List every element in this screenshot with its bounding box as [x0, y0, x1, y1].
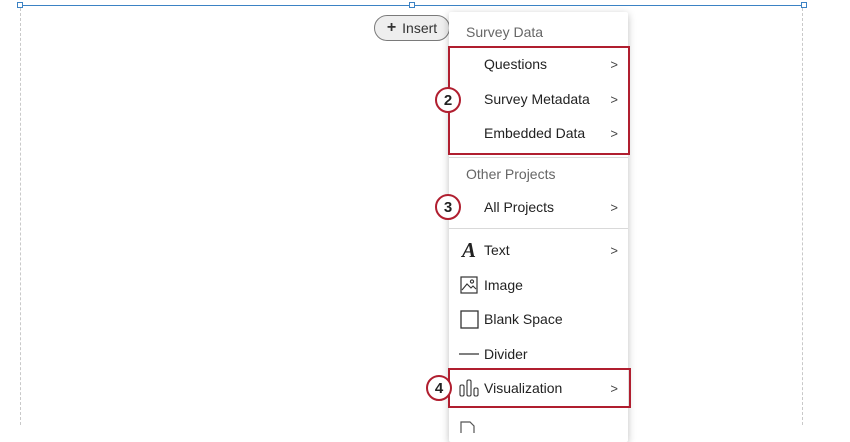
- callout-badge-3: 3: [435, 194, 461, 220]
- menu-item-label: Image: [484, 277, 523, 293]
- text-icon: A: [461, 237, 476, 262]
- menu-item-image[interactable]: Image: [449, 268, 628, 302]
- menu-item-label: All Projects: [484, 199, 555, 215]
- highlight-visualization: [448, 368, 631, 408]
- plus-icon: +: [386, 19, 397, 36]
- report-canvas: [0, 0, 850, 425]
- menu-divider: [449, 228, 628, 229]
- insert-button[interactable]: + Insert: [374, 15, 450, 41]
- menu-item-label: Divider: [484, 346, 528, 362]
- menu-item-label: Blank Space: [484, 311, 563, 327]
- menu-item-blank-space[interactable]: Blank Space: [449, 302, 628, 336]
- divider-icon: [459, 344, 479, 364]
- blank-space-icon: [459, 309, 479, 329]
- menu-item-label: Text: [484, 242, 510, 258]
- document-icon: [460, 420, 476, 438]
- callout-badge-4: 4: [426, 375, 452, 401]
- section-header-survey-data: Survey Data: [466, 24, 544, 40]
- canvas-guide-right: [802, 8, 803, 425]
- image-icon: [459, 275, 479, 295]
- chevron-right-icon: >: [610, 199, 618, 215]
- menu-divider: [449, 157, 628, 158]
- resize-handle-center[interactable]: [409, 2, 415, 8]
- insert-button-label: Insert: [402, 20, 438, 36]
- section-header-other-projects: Other Projects: [466, 166, 556, 182]
- highlight-survey-data: [448, 46, 630, 155]
- menu-item-all-projects[interactable]: All Projects >: [449, 190, 628, 224]
- callout-badge-2: 2: [435, 87, 461, 113]
- menu-item-text[interactable]: A Text >: [449, 233, 628, 267]
- menu-item-divider[interactable]: Divider: [449, 337, 628, 371]
- canvas-guide-left: [20, 8, 21, 425]
- chevron-right-icon: >: [610, 242, 618, 258]
